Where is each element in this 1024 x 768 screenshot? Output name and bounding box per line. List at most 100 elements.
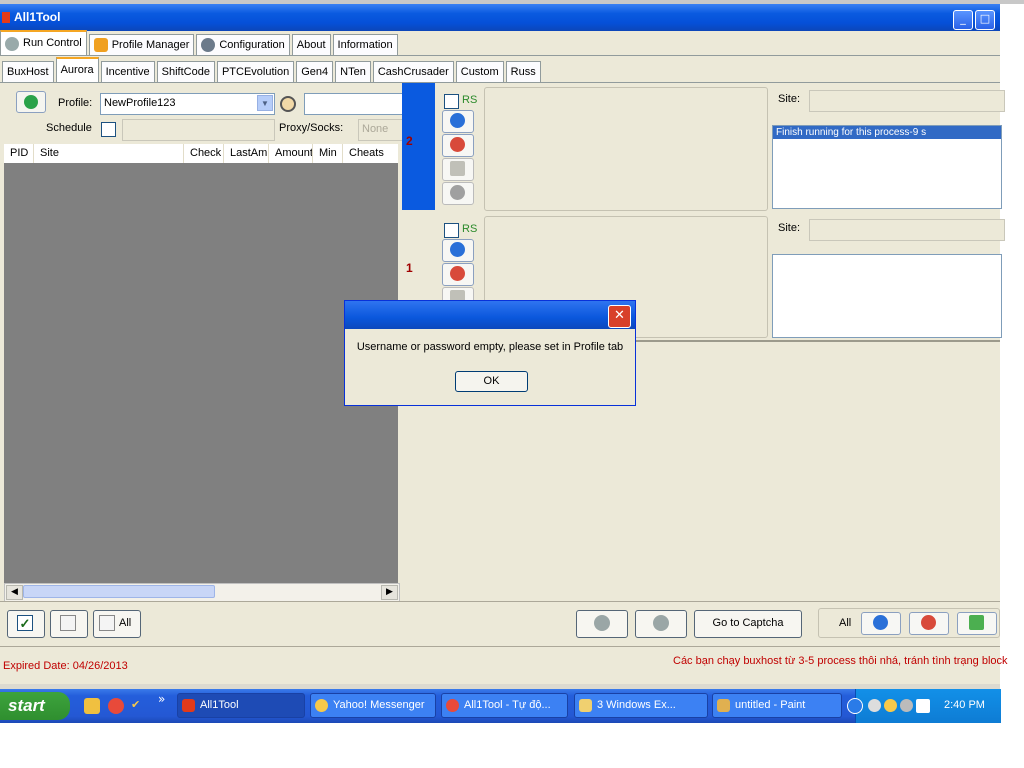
column-check[interactable]: Check [184,144,224,163]
go-to-captcha-button[interactable]: Go to Captcha [694,610,802,638]
taskbar-button-yahoo[interactable]: Yahoo! Messenger [310,693,436,718]
taskbar: start ✔ » All1Tool Yahoo! Messenger All1… [0,689,1001,723]
tab-cashcrusader[interactable]: CashCrusader [372,61,454,82]
error-dialog: ✕ Username or password empty, please set… [344,300,636,406]
tab-buxhost[interactable]: BuxHost [2,61,54,82]
tab-label: Information [337,38,393,51]
proxy-label: Proxy/Socks: [279,122,344,134]
tab-russ[interactable]: Russ [505,61,541,82]
profile-select[interactable]: NewProfile123 ▼ [100,93,275,115]
taskbar-label: All1Tool - Tự độ... [464,699,551,711]
start-button[interactable] [442,110,474,133]
tab-run-control[interactable]: Run Control [0,30,87,55]
tab-gen4[interactable]: Gen4 [296,61,334,82]
taskbar-button-all1tool[interactable]: All1Tool [177,693,305,718]
minimize-button[interactable]: _ [953,10,973,30]
taskbar-button-explorer[interactable]: 3 Windows Ex... [574,693,708,718]
window-title: All1Tool [14,10,61,24]
column-lastam[interactable]: LastAm [224,144,269,163]
tab-ptcevolution[interactable]: PTCEvolution [216,61,295,82]
all-toggle-button[interactable]: All [93,610,141,638]
pause-button[interactable] [442,158,474,181]
scrollbar-thumb[interactable] [23,585,215,598]
tab-label: Russ [510,65,536,78]
tab-information[interactable]: Information [332,34,398,55]
profile-icon [93,38,108,52]
chrome-icon[interactable] [108,698,124,714]
tray-icon[interactable] [868,699,881,712]
stop-all-button[interactable] [909,612,949,635]
site-field[interactable] [809,219,1005,241]
schedule-checkbox[interactable] [101,122,116,137]
log-entry[interactable]: Finish running for this process-9 s [773,126,1001,139]
process-log[interactable]: Finish running for this process-9 s [772,125,1002,209]
ok-button[interactable]: OK [455,371,528,392]
title-bar[interactable]: All1Tool _ □ [0,4,1000,31]
tab-nten[interactable]: NTen [335,61,371,82]
column-pid[interactable]: PID [4,144,34,163]
process-list[interactable] [4,163,398,585]
tab-label: PTCEvolution [221,65,290,78]
bottom-divider [0,601,1000,602]
tab-profile-manager[interactable]: Profile Manager [88,34,195,55]
check-icon [450,185,465,200]
column-min[interactable]: Min [313,144,343,163]
tab-label: Gen4 [301,65,329,78]
rs-checkbox[interactable] [444,94,459,109]
tab-label: Incentive [105,65,150,78]
dialog-title-bar[interactable]: ✕ [345,301,635,329]
remove-process-button[interactable] [635,610,687,638]
tab-shiftcode[interactable]: ShiftCode [156,61,215,82]
quicklaunch-desktop-icon[interactable] [84,698,100,714]
proxy-field[interactable]: None [358,119,403,141]
rs-checkbox[interactable] [444,223,459,238]
tab-label: Run Control [23,37,82,49]
stop-button[interactable] [442,263,474,286]
app-icon [2,12,10,23]
site-label: Site: [778,93,801,105]
column-site[interactable]: Site [34,144,184,163]
process-log[interactable] [772,254,1002,338]
horizontal-scrollbar[interactable]: ◀ ▶ [4,583,400,602]
add-process-button[interactable] [576,610,628,638]
tray-expand-icon[interactable] [847,698,863,714]
messenger-quicklaunch-icon[interactable]: ✔ [131,698,147,714]
start-button[interactable] [442,239,474,262]
network-icon[interactable] [916,699,930,713]
start-all-button[interactable] [861,612,901,635]
column-cheats[interactable]: Cheats [343,144,398,163]
scroll-right-icon[interactable]: ▶ [381,585,398,600]
tab-aurora[interactable]: Aurora [55,57,99,82]
scroll-left-icon[interactable]: ◀ [6,585,23,600]
close-icon[interactable]: ✕ [608,305,631,328]
stop-button[interactable] [442,134,474,157]
schedule-field[interactable] [122,119,275,141]
tab-label: CashCrusader [377,65,449,78]
quicklaunch-overflow-icon[interactable]: » [158,692,165,706]
tab-incentive[interactable]: Incentive [100,61,155,82]
tab-about[interactable]: About [291,34,331,55]
taskbar-button-chrome[interactable]: All1Tool - Tự độ... [441,693,568,718]
smiley-icon[interactable] [884,699,897,712]
chevron-down-icon[interactable]: ▼ [257,95,273,111]
pause-all-button[interactable] [957,612,997,635]
user-icon[interactable] [280,96,296,112]
select-all-button[interactable]: ✓ [7,610,45,638]
gear-remove-icon [653,615,669,631]
username-field[interactable] [304,93,403,115]
check-button[interactable] [442,182,474,205]
maximize-button[interactable]: □ [975,10,995,30]
refresh-button[interactable] [16,91,46,113]
deselect-button[interactable] [50,610,88,638]
site-label: Site: [778,222,801,234]
tab-custom[interactable]: Custom [455,61,504,82]
stop-icon [450,137,465,152]
column-amount[interactable]: Amount [269,144,313,163]
tray-icon[interactable] [900,699,913,712]
gear-icon [5,36,19,51]
site-field[interactable] [809,90,1005,112]
process-browser-area[interactable] [484,87,768,211]
tab-configuration[interactable]: Configuration [196,34,290,55]
taskbar-button-paint[interactable]: untitled - Paint [712,693,842,718]
start-button[interactable]: start [0,692,70,720]
